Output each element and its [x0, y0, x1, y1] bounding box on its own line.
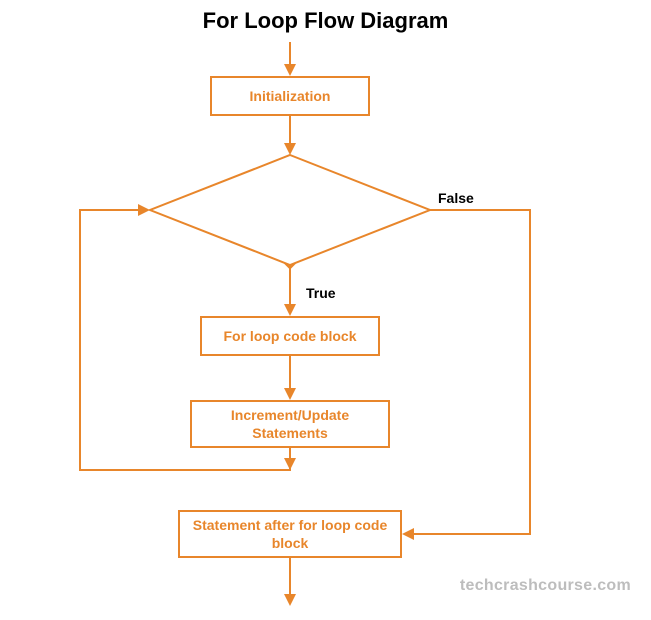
node-after-label: Statement after for loop code block: [188, 516, 392, 552]
node-initialization-label: Initialization: [250, 87, 331, 105]
diagram-title: For Loop Flow Diagram: [0, 8, 651, 34]
node-after: Statement after for loop code block: [178, 510, 402, 558]
node-update-label: Increment/Update Statements: [200, 406, 380, 442]
node-body: For loop code block: [200, 316, 380, 356]
edge-true-label: True: [306, 285, 336, 301]
node-update: Increment/Update Statements: [190, 400, 390, 448]
edge-false-label: False: [438, 190, 474, 206]
watermark: techcrashcourse.com: [460, 577, 631, 595]
node-condition-label: For loop condition: [225, 190, 355, 230]
node-body-label: For loop code block: [223, 327, 356, 345]
node-initialization: Initialization: [210, 76, 370, 116]
